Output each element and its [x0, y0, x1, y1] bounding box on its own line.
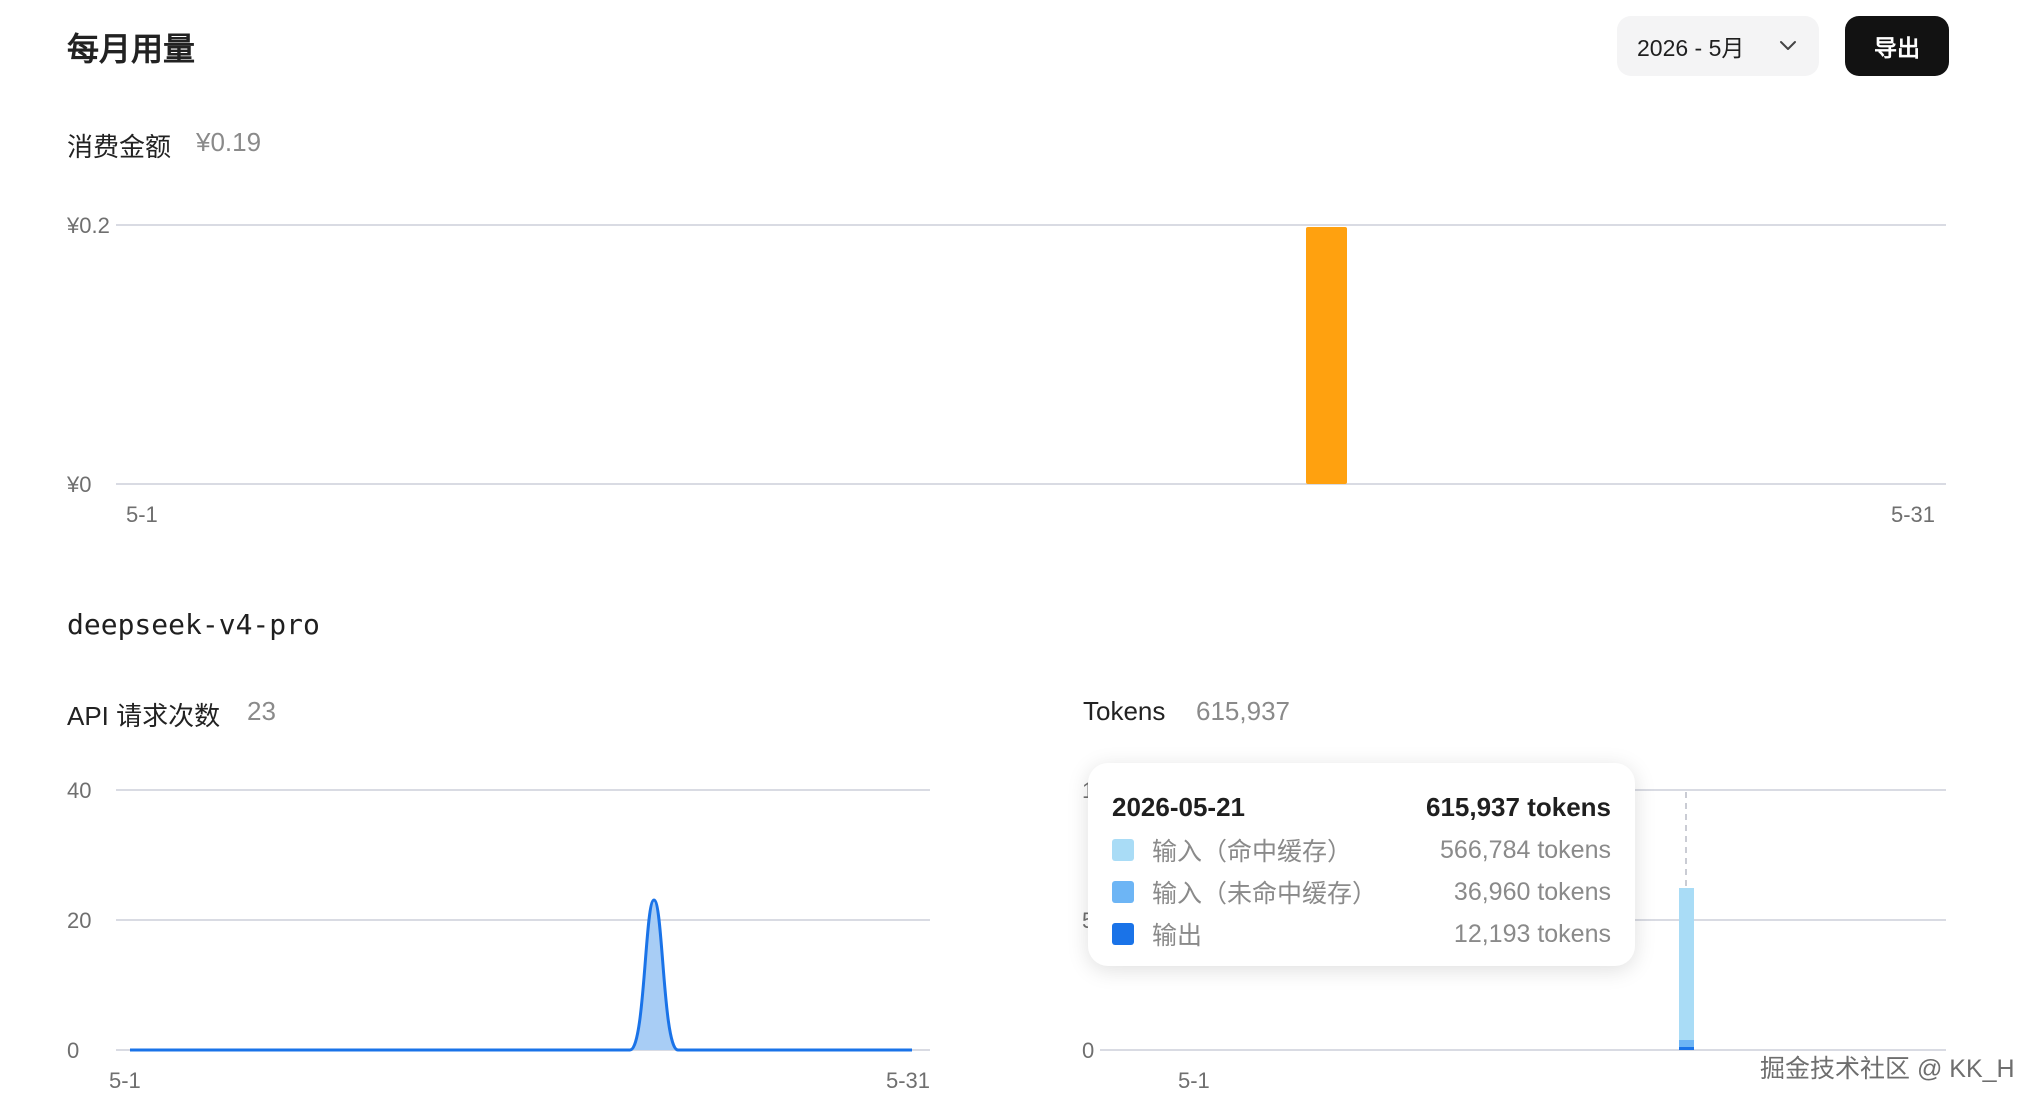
tooltip-row-label: 输入（未命中缓存）: [1152, 880, 1378, 908]
requests-ytick-40: 40: [67, 778, 91, 803]
requests-chart: 40 20 0 5-1 5-31: [67, 778, 930, 1093]
page-title: 每月用量: [67, 31, 196, 67]
tooltip-row: 输入（命中缓存） 566,784 tokens: [1112, 829, 1611, 871]
tooltip-row-label: 输入（命中缓存）: [1152, 838, 1353, 866]
requests-label: API 请求次数: [67, 701, 221, 731]
tooltip-row-label: 输出: [1152, 922, 1203, 950]
requests-ytick-0: 0: [67, 1038, 79, 1063]
tooltip-header: 2026-05-21 615,937 tokens: [1112, 785, 1611, 829]
requests-xtick-end: 5-31: [886, 1068, 930, 1093]
tooltip-row: 输出 12,193 tokens: [1112, 913, 1611, 955]
requests-line: [130, 898, 912, 1052]
export-button[interactable]: 导出: [1845, 16, 1949, 76]
watermark: 掘金技术社区 @ KK_H: [1760, 1055, 2015, 1083]
cost-bar-5-21: [1306, 227, 1347, 484]
chevron-down-icon: [1780, 41, 1796, 50]
tokens-xtick-start: 5-1: [1178, 1068, 1210, 1093]
month-select[interactable]: 2026 - 5月: [1617, 16, 1819, 76]
requests-total: 23: [247, 696, 276, 726]
tokens-total: 615,937: [1196, 696, 1290, 726]
tokens-ytick-0: 0: [1082, 1038, 1094, 1063]
requests-area: [130, 900, 912, 1050]
requests-ytick-20: 20: [67, 908, 91, 933]
cost-ytick-bottom: ¥0: [66, 472, 91, 497]
tooltip-total: 615,937 tokens: [1425, 791, 1611, 822]
tooltip-row: 输入（未命中缓存） 36,960 tokens: [1112, 871, 1611, 913]
legend-swatch-cached-input: [1112, 839, 1134, 861]
requests-xtick-start: 5-1: [109, 1068, 141, 1093]
month-select-value: 2026 - 5月: [1637, 35, 1745, 61]
legend-swatch-output: [1112, 923, 1134, 945]
cost-label: 消费金额: [67, 132, 172, 162]
legend-swatch-uncached-input: [1112, 881, 1134, 903]
tokens-tooltip: 2026-05-21 615,937 tokens 输入（命中缓存） 566,7…: [1088, 763, 1635, 966]
cost-xtick-end: 5-31: [1891, 502, 1935, 527]
tooltip-row-value: 12,193 tokens: [1453, 919, 1611, 948]
cost-ytick-top: ¥0.2: [66, 213, 110, 238]
cost-chart: ¥0.2 ¥0 5-1 5-31: [66, 213, 1946, 527]
cost-total: ¥0.19: [196, 127, 262, 157]
tooltip-row-value: 566,784 tokens: [1440, 835, 1611, 864]
tokens-bar-output: [1679, 1047, 1694, 1050]
tooltip-date: 2026-05-21: [1112, 791, 1245, 822]
tokens-bar-uncached-input: [1679, 1040, 1694, 1047]
cost-xtick-start: 5-1: [126, 502, 158, 527]
tokens-label: Tokens: [1083, 696, 1166, 726]
tooltip-row-value: 36,960 tokens: [1453, 877, 1611, 906]
model-name: deepseek-v4-pro: [67, 608, 320, 641]
tokens-bar-cached-input: [1679, 888, 1694, 1040]
